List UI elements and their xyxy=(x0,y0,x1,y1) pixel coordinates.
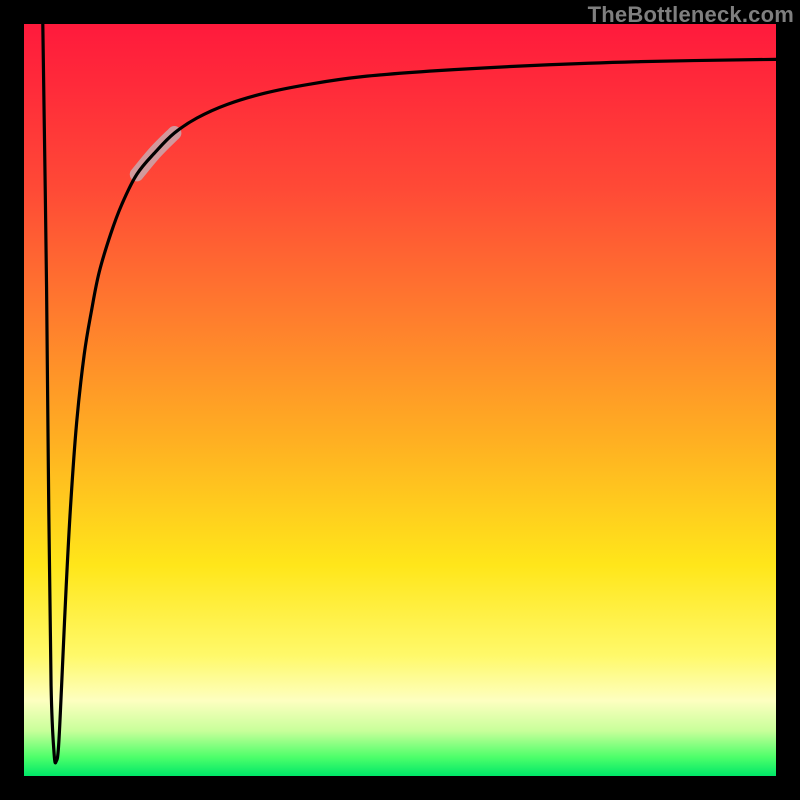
watermark-text: TheBottleneck.com xyxy=(588,2,794,28)
curve-layer xyxy=(24,24,776,776)
chart-frame: TheBottleneck.com xyxy=(0,0,800,800)
bottleneck-curve xyxy=(43,24,776,763)
